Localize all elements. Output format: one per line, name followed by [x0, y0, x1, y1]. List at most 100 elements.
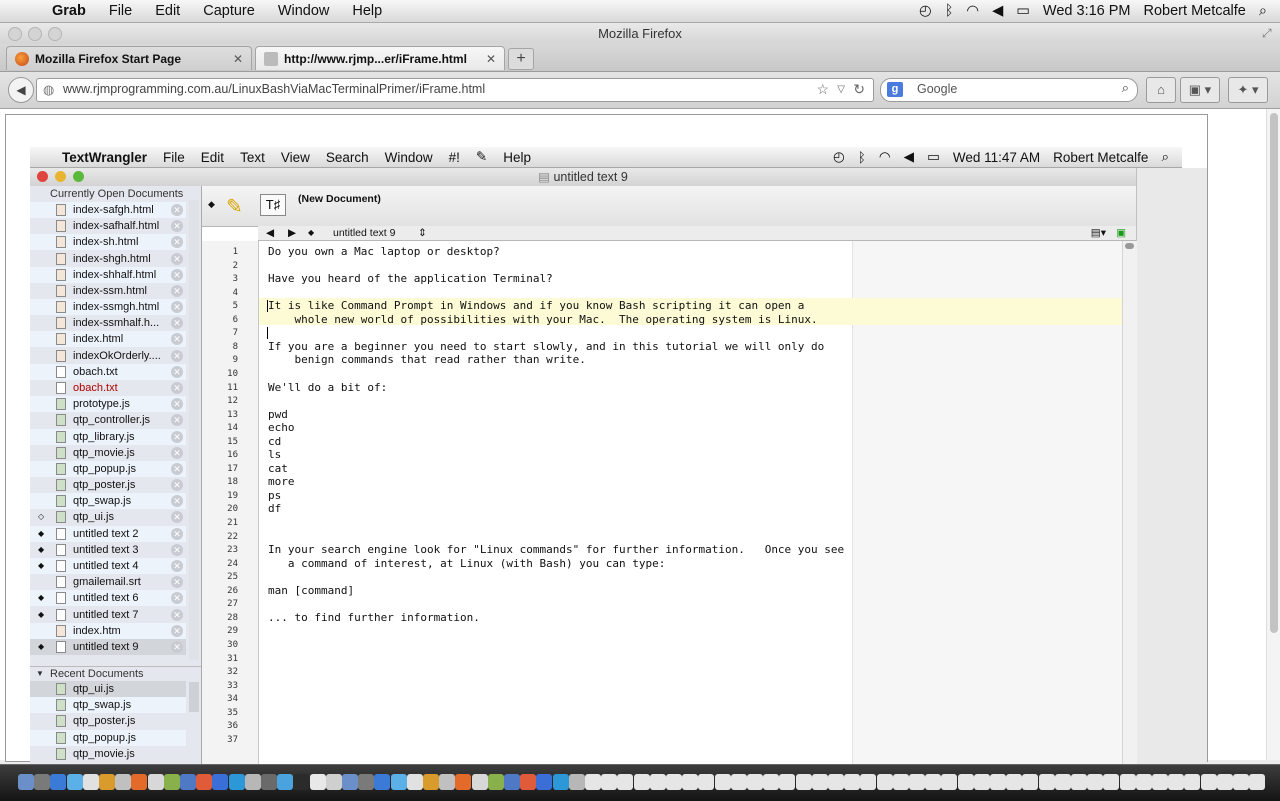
- search-input[interactable]: Google: [917, 82, 957, 96]
- close-window-button[interactable]: [8, 27, 22, 41]
- open-document-item[interactable]: index-ssmhalf.h... ✕: [30, 315, 186, 331]
- dock-app-icon[interactable]: [892, 774, 909, 790]
- open-document-item[interactable]: ◆ untitled text 9 ✕: [30, 638, 186, 655]
- dock-app-icon[interactable]: [82, 774, 99, 790]
- battery-icon[interactable]: ▭: [1016, 3, 1030, 19]
- close-document-icon[interactable]: ✕: [171, 284, 183, 297]
- open-document-item[interactable]: index-sh.html ✕: [30, 234, 186, 251]
- close-document-icon[interactable]: ✕: [171, 317, 183, 330]
- open-document-item[interactable]: qtp_popup.js ✕: [30, 460, 186, 477]
- open-document-item[interactable]: qtp_movie.js ✕: [30, 445, 186, 461]
- spotlight-icon[interactable]: ⌕: [1259, 3, 1267, 19]
- dock-app-icon[interactable]: [212, 774, 229, 790]
- dock-app-icon[interactable]: [990, 774, 1006, 790]
- dock-app-icon[interactable]: [1103, 774, 1120, 790]
- close-document-icon[interactable]: ✕: [171, 414, 183, 427]
- dock-app-icon[interactable]: [1233, 774, 1249, 790]
- open-document-item[interactable]: index.html ✕: [30, 331, 186, 348]
- menu-window[interactable]: Window: [278, 3, 330, 19]
- dock-app-icon[interactable]: [180, 774, 196, 790]
- dock-app-icon[interactable]: [147, 774, 164, 790]
- tab-iframe[interactable]: http://www.rjmp...er/iFrame.html ✕: [255, 46, 505, 70]
- url-text[interactable]: www.rjmprogramming.com.au/LinuxBashViaMa…: [63, 82, 485, 96]
- extension-button[interactable]: ✦ ▾: [1228, 77, 1268, 103]
- dock-app-icon[interactable]: [374, 774, 391, 790]
- user-name[interactable]: Robert Metcalfe: [1144, 3, 1246, 19]
- close-document-icon[interactable]: ✕: [171, 462, 183, 475]
- dock-app-icon[interactable]: [325, 774, 342, 790]
- google-icon[interactable]: g: [887, 82, 903, 97]
- menu-capture[interactable]: Capture: [203, 3, 255, 19]
- close-document-icon[interactable]: ✕: [171, 381, 183, 394]
- open-document-item[interactable]: indexOkOrderly.... ✕: [30, 348, 186, 364]
- dock-app-icon[interactable]: [730, 774, 747, 790]
- close-document-icon[interactable]: ✕: [171, 446, 183, 459]
- close-document-icon[interactable]: ✕: [171, 398, 183, 411]
- dock-app-icon[interactable]: [244, 774, 261, 790]
- open-document-item[interactable]: ◆ untitled text 6 ✕: [30, 590, 186, 607]
- close-tab-icon[interactable]: ✕: [486, 47, 496, 71]
- dock-app-icon[interactable]: [1087, 774, 1104, 790]
- reload-icon[interactable]: ↻: [853, 81, 865, 98]
- minimize-window-button[interactable]: [28, 27, 42, 41]
- dock-app-icon[interactable]: [601, 774, 618, 790]
- dock-app-icon[interactable]: [1135, 774, 1152, 790]
- page-scrollbar[interactable]: [1266, 109, 1280, 760]
- open-document-item[interactable]: qtp_swap.js ✕: [30, 493, 186, 510]
- open-document-item[interactable]: index-safhalf.html ✕: [30, 218, 186, 234]
- open-document-item[interactable]: qtp_controller.js ✕: [30, 412, 186, 428]
- bookmarks-button[interactable]: ▣ ▾: [1180, 77, 1220, 103]
- dock-app-icon[interactable]: [860, 774, 877, 790]
- dock-app-icon[interactable]: [909, 774, 925, 790]
- dock-app-icon[interactable]: [439, 774, 456, 790]
- dock-app-icon[interactable]: [277, 774, 294, 790]
- wifi-icon[interactable]: ◠: [966, 3, 979, 19]
- dock-app-icon[interactable]: [1119, 774, 1136, 790]
- close-document-icon[interactable]: ✕: [171, 624, 183, 637]
- dock-app-icon[interactable]: [957, 774, 974, 790]
- dock-app-icon[interactable]: [18, 774, 34, 790]
- close-document-icon[interactable]: ✕: [171, 430, 183, 443]
- dock-app-icon[interactable]: [795, 774, 812, 790]
- open-document-item[interactable]: qtp_poster.js ✕: [30, 477, 186, 493]
- dock-app-icon[interactable]: [1184, 774, 1201, 790]
- close-document-icon[interactable]: ✕: [171, 204, 183, 216]
- open-document-item[interactable]: ◆ untitled text 7 ✕: [30, 607, 186, 623]
- dock-app-icon[interactable]: [228, 774, 245, 790]
- close-document-icon[interactable]: ✕: [171, 479, 183, 492]
- dock-app-icon[interactable]: [1022, 774, 1039, 790]
- menu-file[interactable]: File: [109, 3, 132, 19]
- dock-app-icon[interactable]: [1152, 774, 1168, 790]
- close-document-icon[interactable]: ✕: [171, 608, 183, 621]
- close-document-icon[interactable]: ✕: [171, 333, 183, 346]
- dock-app-icon[interactable]: [585, 774, 601, 790]
- open-document-item[interactable]: ◆ untitled text 2 ✕: [30, 525, 186, 542]
- dock-app-icon[interactable]: [941, 774, 958, 790]
- back-button[interactable]: ◀: [8, 77, 34, 103]
- url-bar[interactable]: ◍ www.rjmprogramming.com.au/LinuxBashVia…: [36, 78, 874, 102]
- open-document-item[interactable]: prototype.js ✕: [30, 396, 186, 413]
- close-document-icon[interactable]: ✕: [171, 495, 183, 508]
- dock-app-icon[interactable]: [779, 774, 796, 790]
- dock-app-icon[interactable]: [536, 774, 553, 790]
- dock-app-icon[interactable]: [763, 774, 780, 790]
- dock-app-icon[interactable]: [617, 774, 634, 790]
- home-button[interactable]: ⌂: [1146, 77, 1176, 103]
- close-document-icon[interactable]: ✕: [171, 576, 183, 589]
- tab-start-page[interactable]: Mozilla Firefox Start Page ✕: [6, 46, 252, 70]
- dock-app-icon[interactable]: [1200, 774, 1217, 790]
- recent-document-item[interactable]: qtp_poster.js: [30, 713, 186, 729]
- search-bar[interactable]: g Google ⌕: [880, 78, 1138, 102]
- open-document-item[interactable]: index-shhalf.html ✕: [30, 266, 186, 283]
- open-document-item[interactable]: gmailemail.srt ✕: [30, 574, 186, 590]
- open-document-item[interactable]: index.htm ✕: [30, 622, 186, 639]
- close-document-icon[interactable]: ✕: [171, 268, 183, 281]
- dock-app-icon[interactable]: [568, 774, 585, 790]
- close-document-icon[interactable]: ✕: [171, 543, 183, 556]
- dock-app-icon[interactable]: [487, 774, 504, 790]
- dock-app-icon[interactable]: [1249, 774, 1266, 790]
- close-document-icon[interactable]: ✕: [171, 220, 183, 233]
- dock-app-icon[interactable]: [666, 774, 682, 790]
- time-machine-icon[interactable]: ◴: [919, 3, 932, 19]
- open-document-item[interactable]: ◆ untitled text 4 ✕: [30, 557, 186, 574]
